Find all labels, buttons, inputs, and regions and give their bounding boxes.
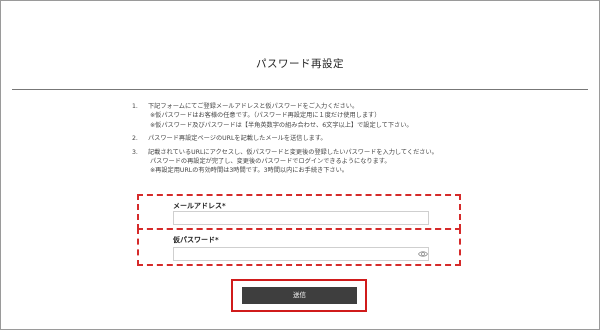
instruction-number: 1. xyxy=(132,103,138,110)
instruction-text: 下記フォームにてご登録メールアドレスと仮パスワードをご入力ください。 xyxy=(148,103,359,110)
instruction-number: 3. xyxy=(132,148,138,156)
temp-password-highlight-box: 仮パスワード* xyxy=(137,228,461,266)
page-title: パスワード再設定 xyxy=(256,58,344,70)
email-label: メールアドレス* xyxy=(173,202,226,210)
instruction-text: 記載されているURLにアクセスし、仮パスワードと変更後の登録したいパスワードを入… xyxy=(148,148,438,156)
email-highlight-box: メールアドレス* xyxy=(137,194,461,230)
instructions-list: 1. 下記フォームにてご登録メールアドレスと仮パスワードをご入力ください。 ※仮… xyxy=(132,102,492,180)
instruction-note: ※仮パスワードはお客様の任意です。（パスワード再設定用に１度だけ使用します） xyxy=(150,112,381,120)
submit-button[interactable]: 送信 xyxy=(242,287,357,304)
instruction-item-3: 3. 記載されているURLにアクセスし、仮パスワードと変更後の登録したいパスワー… xyxy=(132,148,492,176)
instruction-number: 2. xyxy=(132,135,138,143)
instruction-item-2: 2. パスワード再設定ページのURLを記載したメールを送信します。 xyxy=(132,134,492,143)
temp-password-label: 仮パスワード* xyxy=(173,236,219,244)
instruction-text: パスワードの再設定が完了し、変更後のパスワードでログインできるようになります。 xyxy=(150,158,391,166)
title-divider xyxy=(12,89,588,90)
instruction-note: ※仮パスワード及びパスワードは【半角英数字の組み合わせ、6文字以上】で設定して下… xyxy=(150,121,413,129)
instruction-text: パスワード再設定ページのURLを記載したメールを送信します。 xyxy=(148,135,327,143)
temp-password-field[interactable] xyxy=(173,247,429,261)
instruction-item-1: 1. 下記フォームにてご登録メールアドレスと仮パスワードをご入力ください。 ※仮… xyxy=(132,102,492,130)
email-field[interactable] xyxy=(173,211,429,225)
eye-icon[interactable] xyxy=(418,250,428,258)
instruction-note: ※再設定用URLの有効時間は3時間です。3時間以内にお手続き下さい。 xyxy=(150,167,348,175)
